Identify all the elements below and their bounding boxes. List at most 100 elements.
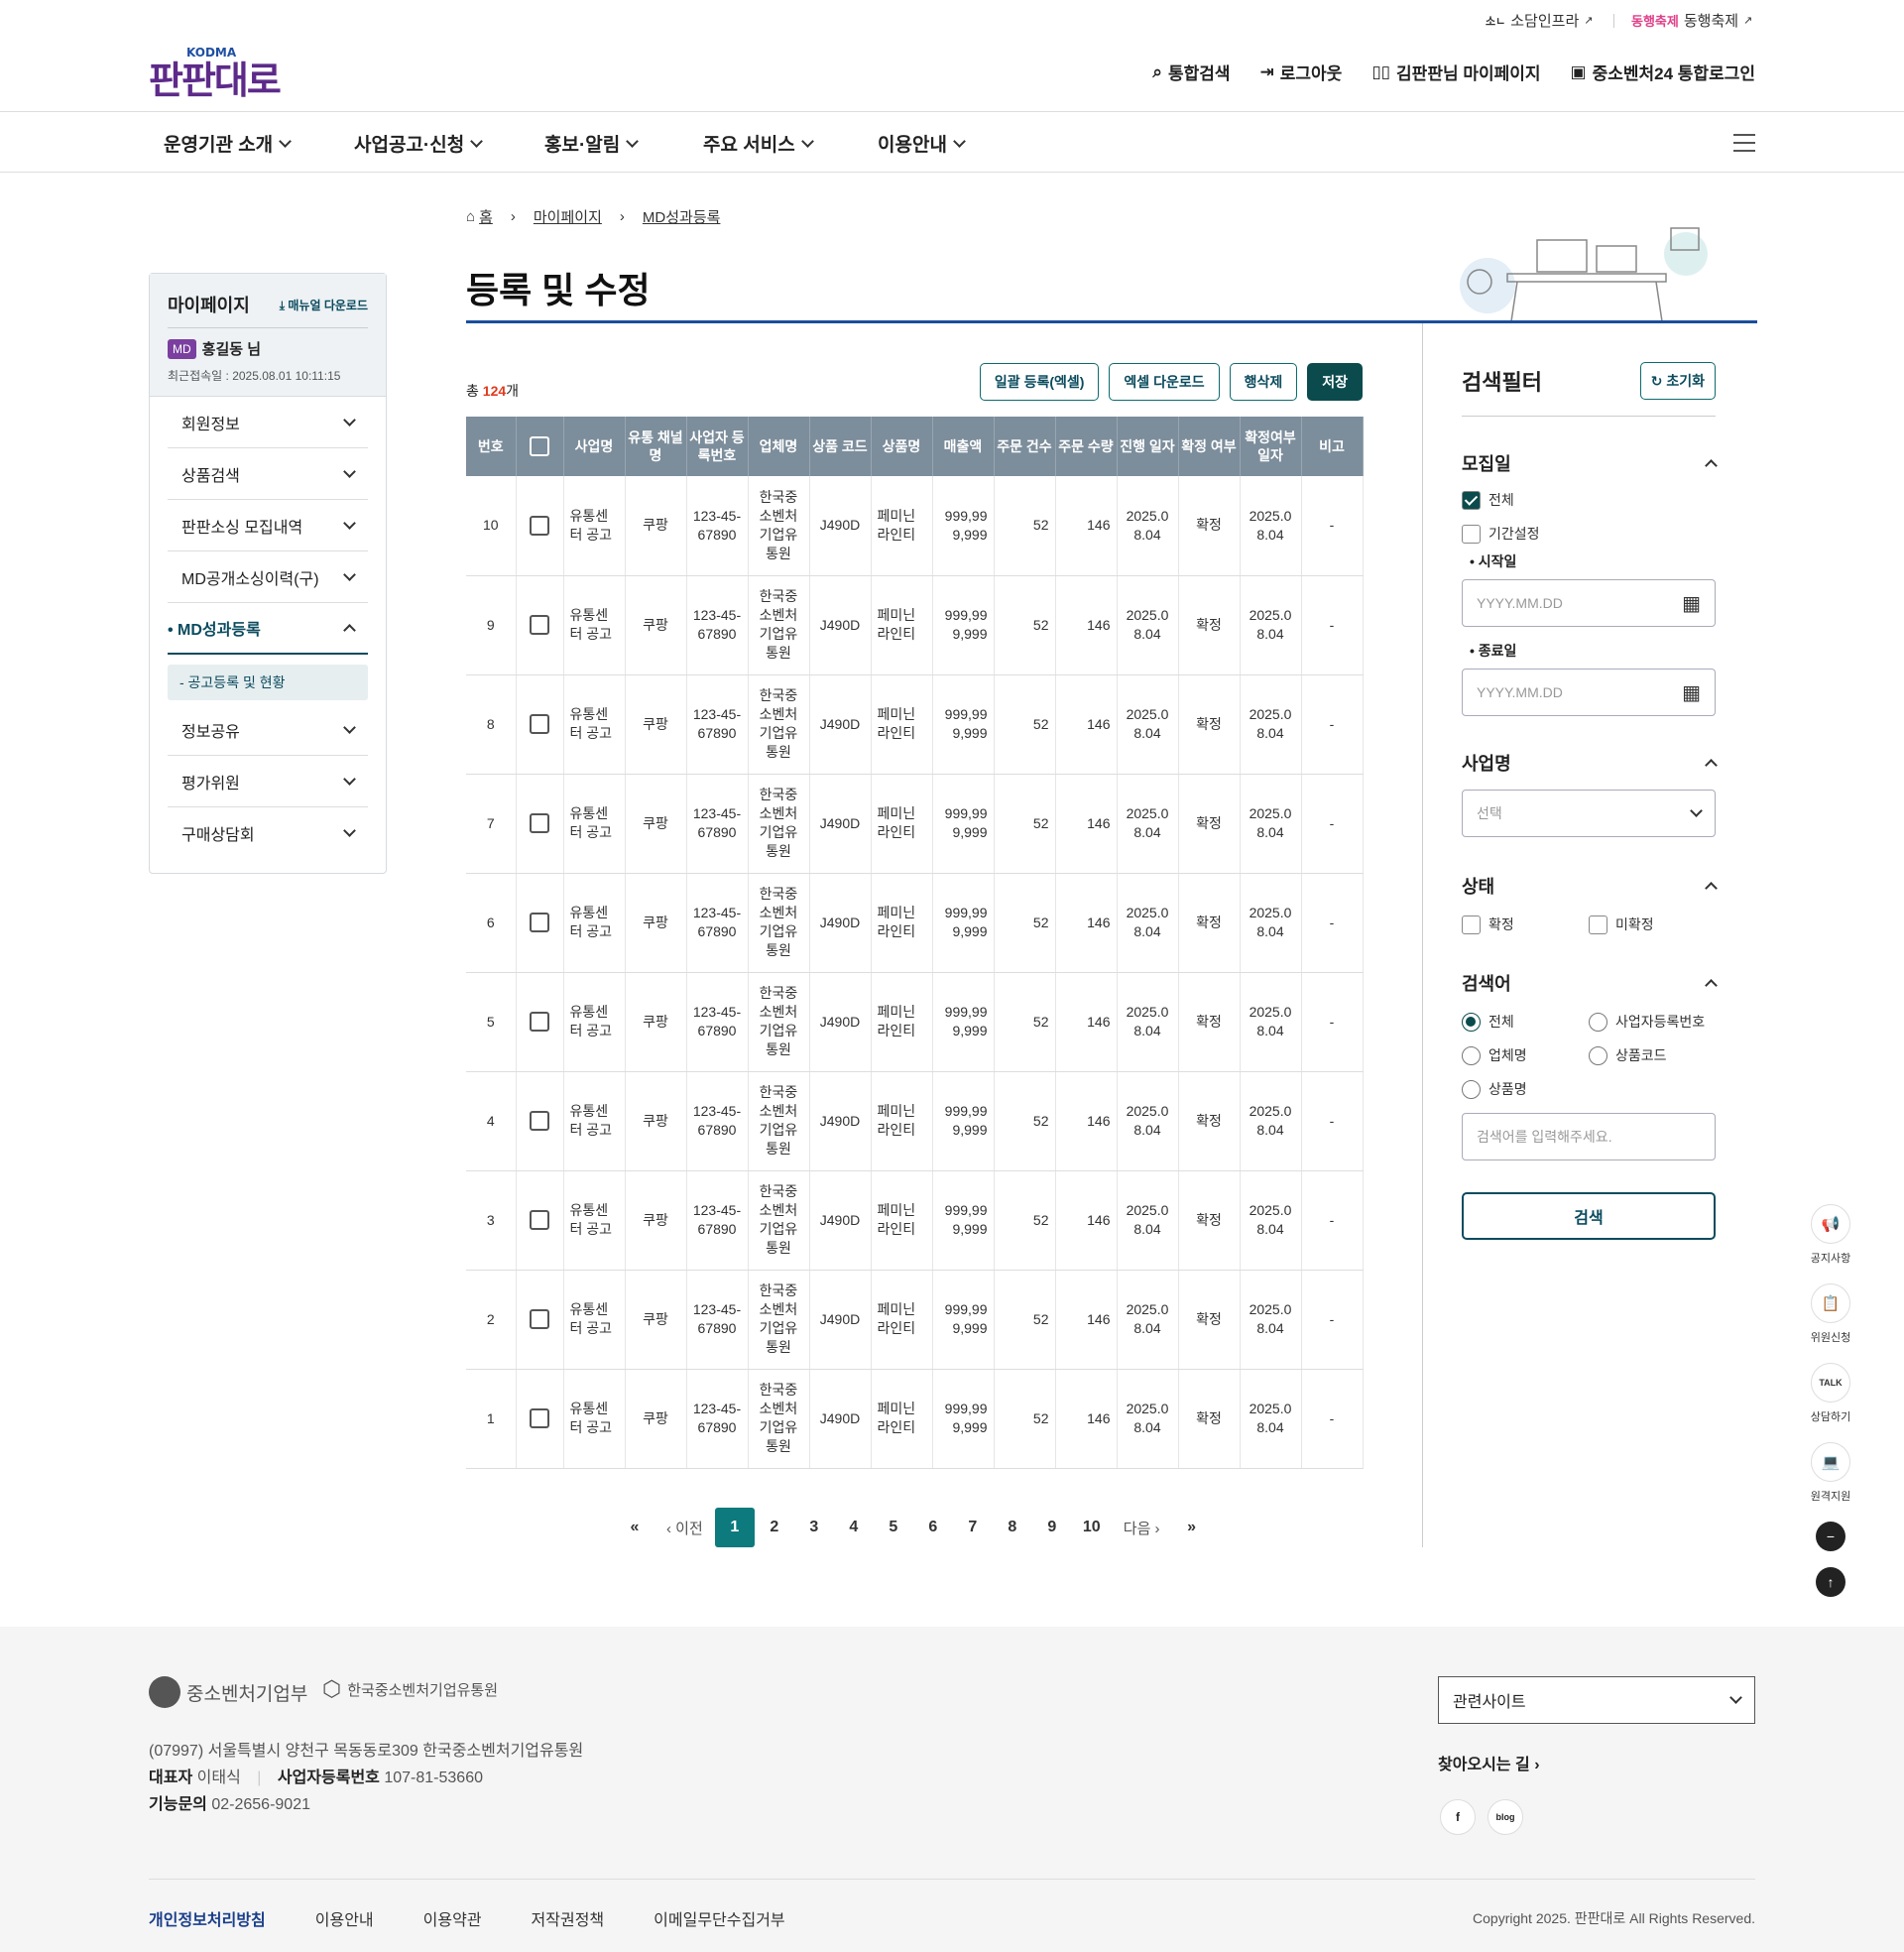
page-1[interactable]: 1 — [714, 1508, 755, 1547]
save-button[interactable]: 저장 — [1307, 363, 1363, 401]
table-row[interactable]: 5 유통센터 공고 쿠팡 123-45-67890 한국중소벤처기업유통원 J490D 페미… — [466, 972, 1364, 1072]
page-4[interactable]: 4 — [834, 1508, 874, 1547]
related-sites-select[interactable]: 관련사이트 — [1438, 1676, 1755, 1724]
nav-projects[interactable]: 사업공고·신청 — [354, 130, 484, 157]
festival-link[interactable]: 동행축제 동행축제 ↗ — [1631, 10, 1752, 31]
page-5[interactable]: 5 — [874, 1508, 913, 1547]
row-checkbox[interactable] — [530, 1210, 549, 1231]
terms-link[interactable]: 이용약관 — [423, 1906, 482, 1930]
table-row[interactable]: 7 유통센터 공고 쿠팡 123-45-67890 한국중소벤처기업유통원 J490D 페미… — [466, 774, 1364, 874]
row-select-cell[interactable] — [516, 774, 564, 874]
end-date-input[interactable]: YYYY.MM.DD ▦ — [1462, 669, 1716, 716]
login24-link[interactable]: ▣ 중소벤처24 통합로그인 — [1571, 60, 1755, 84]
hamburger-menu-icon[interactable] — [1733, 134, 1755, 152]
email-policy-link[interactable]: 이메일무단수집거부 — [654, 1906, 784, 1930]
radio[interactable] — [1462, 1079, 1481, 1099]
table-row[interactable]: 2 유통센터 공고 쿠팡 123-45-67890 한국중소벤처기업유통원 J490D 페미… — [466, 1270, 1364, 1370]
page-9[interactable]: 9 — [1032, 1508, 1072, 1547]
sidebar-item-share[interactable]: 정보공유 — [168, 704, 368, 756]
row-checkbox[interactable] — [530, 615, 549, 636]
radio-company[interactable]: 업체명 — [1462, 1045, 1589, 1065]
sidebar-item-member[interactable]: 회원정보 — [168, 397, 368, 448]
nav-guide[interactable]: 이용안내 — [878, 130, 966, 157]
page-3[interactable]: 3 — [794, 1508, 834, 1547]
table-row[interactable]: 3 유통센터 공고 쿠팡 123-45-67890 한국중소벤처기업유통원 J490D 페미… — [466, 1170, 1364, 1271]
checkbox-unconfirmed[interactable]: 미확정 — [1589, 915, 1654, 934]
guide-link[interactable]: 이용안내 — [315, 1906, 374, 1930]
row-checkbox[interactable] — [530, 1408, 549, 1429]
table-row[interactable]: 6 유통센터 공고 쿠팡 123-45-67890 한국중소벤처기업유통원 J490D 페미… — [466, 873, 1364, 973]
start-date-input[interactable]: YYYY.MM.DD ▦ — [1462, 579, 1716, 627]
crumb-home[interactable]: 홈 — [479, 206, 493, 227]
checkbox[interactable] — [1589, 915, 1607, 934]
row-checkbox[interactable] — [530, 1309, 549, 1330]
quick-consult[interactable]: TALK 상담하기 — [1811, 1363, 1850, 1424]
table-row[interactable]: 4 유통센터 공고 쿠팡 123-45-67890 한국중소벤처기업유통원 J490D 페미… — [466, 1071, 1364, 1171]
select-all-checkbox[interactable] — [530, 436, 549, 457]
next-page-button[interactable]: 다음 › — [1112, 1518, 1172, 1538]
table-row[interactable]: 8 유통센터 공고 쿠팡 123-45-67890 한국중소벤처기업유통원 J490D 페미… — [466, 674, 1364, 775]
row-checkbox[interactable] — [530, 913, 549, 933]
bulk-upload-button[interactable]: 일괄 등록(엑셀) — [979, 363, 1100, 401]
table-row[interactable]: 10 유통센터 공고 쿠팡 123-45-67890 한국중소벤처기업유통원 J490D 페… — [466, 476, 1364, 576]
table-row[interactable]: 9 유통센터 공고 쿠팡 123-45-67890 한국중소벤처기업유통원 J490D 페미… — [466, 575, 1364, 675]
excel-download-button[interactable]: 엑셀 다운로드 — [1109, 363, 1220, 401]
page-6[interactable]: 6 — [913, 1508, 953, 1547]
row-checkbox[interactable] — [530, 1012, 549, 1033]
first-page-icon[interactable]: « — [615, 1508, 654, 1547]
radio-code[interactable]: 상품코드 — [1589, 1045, 1716, 1065]
facebook-icon[interactable]: f — [1440, 1799, 1476, 1835]
radio[interactable] — [1589, 1045, 1607, 1065]
page-2[interactable]: 2 — [755, 1508, 794, 1547]
manual-download-link[interactable]: ⤓ 매뉴얼 다운로드 — [280, 297, 368, 313]
row-select-cell[interactable] — [516, 972, 564, 1072]
quick-remote[interactable]: 💻 원격지원 — [1811, 1442, 1850, 1504]
crumb-current[interactable]: MD성과등록 — [643, 206, 721, 227]
minus-icon[interactable]: − — [1816, 1522, 1845, 1551]
radio-bizno[interactable]: 사업자등록번호 — [1589, 1012, 1716, 1032]
row-select-cell[interactable] — [516, 1071, 564, 1171]
sidebar-item-evaluator[interactable]: 평가위원 — [168, 756, 368, 807]
row-select-cell[interactable] — [516, 476, 564, 576]
search-link[interactable]: ⌕ 통합검색 — [1152, 60, 1230, 84]
copyright-policy-link[interactable]: 저작권정책 — [532, 1906, 605, 1930]
checkbox[interactable] — [1462, 524, 1481, 544]
calendar-icon[interactable]: ▦ — [1682, 591, 1701, 616]
page-10[interactable]: 10 — [1072, 1508, 1112, 1547]
directions-link[interactable]: 찾아오시는 길 › — [1438, 1751, 1540, 1774]
section-keyword[interactable]: 검색어 — [1462, 970, 1718, 996]
quick-notice[interactable]: 📢 공지사항 — [1811, 1204, 1850, 1266]
row-checkbox[interactable] — [530, 714, 549, 735]
sidebar-item-md-performance[interactable]: • MD성과등록 — [168, 603, 368, 655]
section-biz[interactable]: 사업명 — [1462, 750, 1718, 776]
sodam-link[interactable]: 소ㄴ 소담인프라 ↗ — [1486, 10, 1593, 31]
checkbox[interactable] — [1462, 915, 1481, 934]
checkbox-confirmed[interactable]: 확정 — [1462, 915, 1589, 934]
row-select-cell[interactable] — [516, 1369, 564, 1469]
row-select-cell[interactable] — [516, 1170, 564, 1271]
blog-icon[interactable]: blog — [1488, 1799, 1523, 1835]
radio[interactable] — [1589, 1012, 1607, 1032]
prev-page-button[interactable]: ‹ 이전 — [654, 1518, 715, 1538]
sidebar-item-sourcing[interactable]: 판판소싱 모집내역 — [168, 500, 368, 551]
radio-selected[interactable] — [1462, 1012, 1481, 1032]
crumb-mypage[interactable]: 마이페이지 — [534, 206, 602, 227]
section-recruit[interactable]: 모집일 — [1462, 450, 1718, 476]
site-logo[interactable]: KODMA 판판대로 — [149, 46, 282, 104]
radio-all[interactable]: 전체 — [1462, 1012, 1589, 1032]
page-8[interactable]: 8 — [993, 1508, 1032, 1547]
mypage-link[interactable]: ▯▯ 김판판님 마이페이지 — [1371, 60, 1540, 84]
checkbox-checked[interactable] — [1462, 490, 1481, 510]
table-row[interactable]: 1 유통센터 공고 쿠팡 123-45-67890 한국중소벤처기업유통원 J490D 페미… — [466, 1369, 1364, 1469]
radio-product[interactable]: 상품명 — [1462, 1079, 1589, 1099]
row-select-cell[interactable] — [516, 873, 564, 973]
privacy-link[interactable]: 개인정보처리방침 — [149, 1906, 266, 1930]
nav-services[interactable]: 주요 서비스 — [703, 130, 814, 157]
row-checkbox[interactable] — [530, 515, 549, 536]
checkbox-period[interactable]: 기간설정 — [1462, 524, 1716, 544]
select-all-header[interactable] — [516, 417, 564, 476]
biz-select[interactable]: 선택 — [1462, 790, 1716, 837]
nav-promo[interactable]: 홍보·알림 — [544, 130, 640, 157]
checkbox-all[interactable]: 전체 — [1462, 490, 1716, 510]
calendar-icon[interactable]: ▦ — [1682, 680, 1701, 705]
